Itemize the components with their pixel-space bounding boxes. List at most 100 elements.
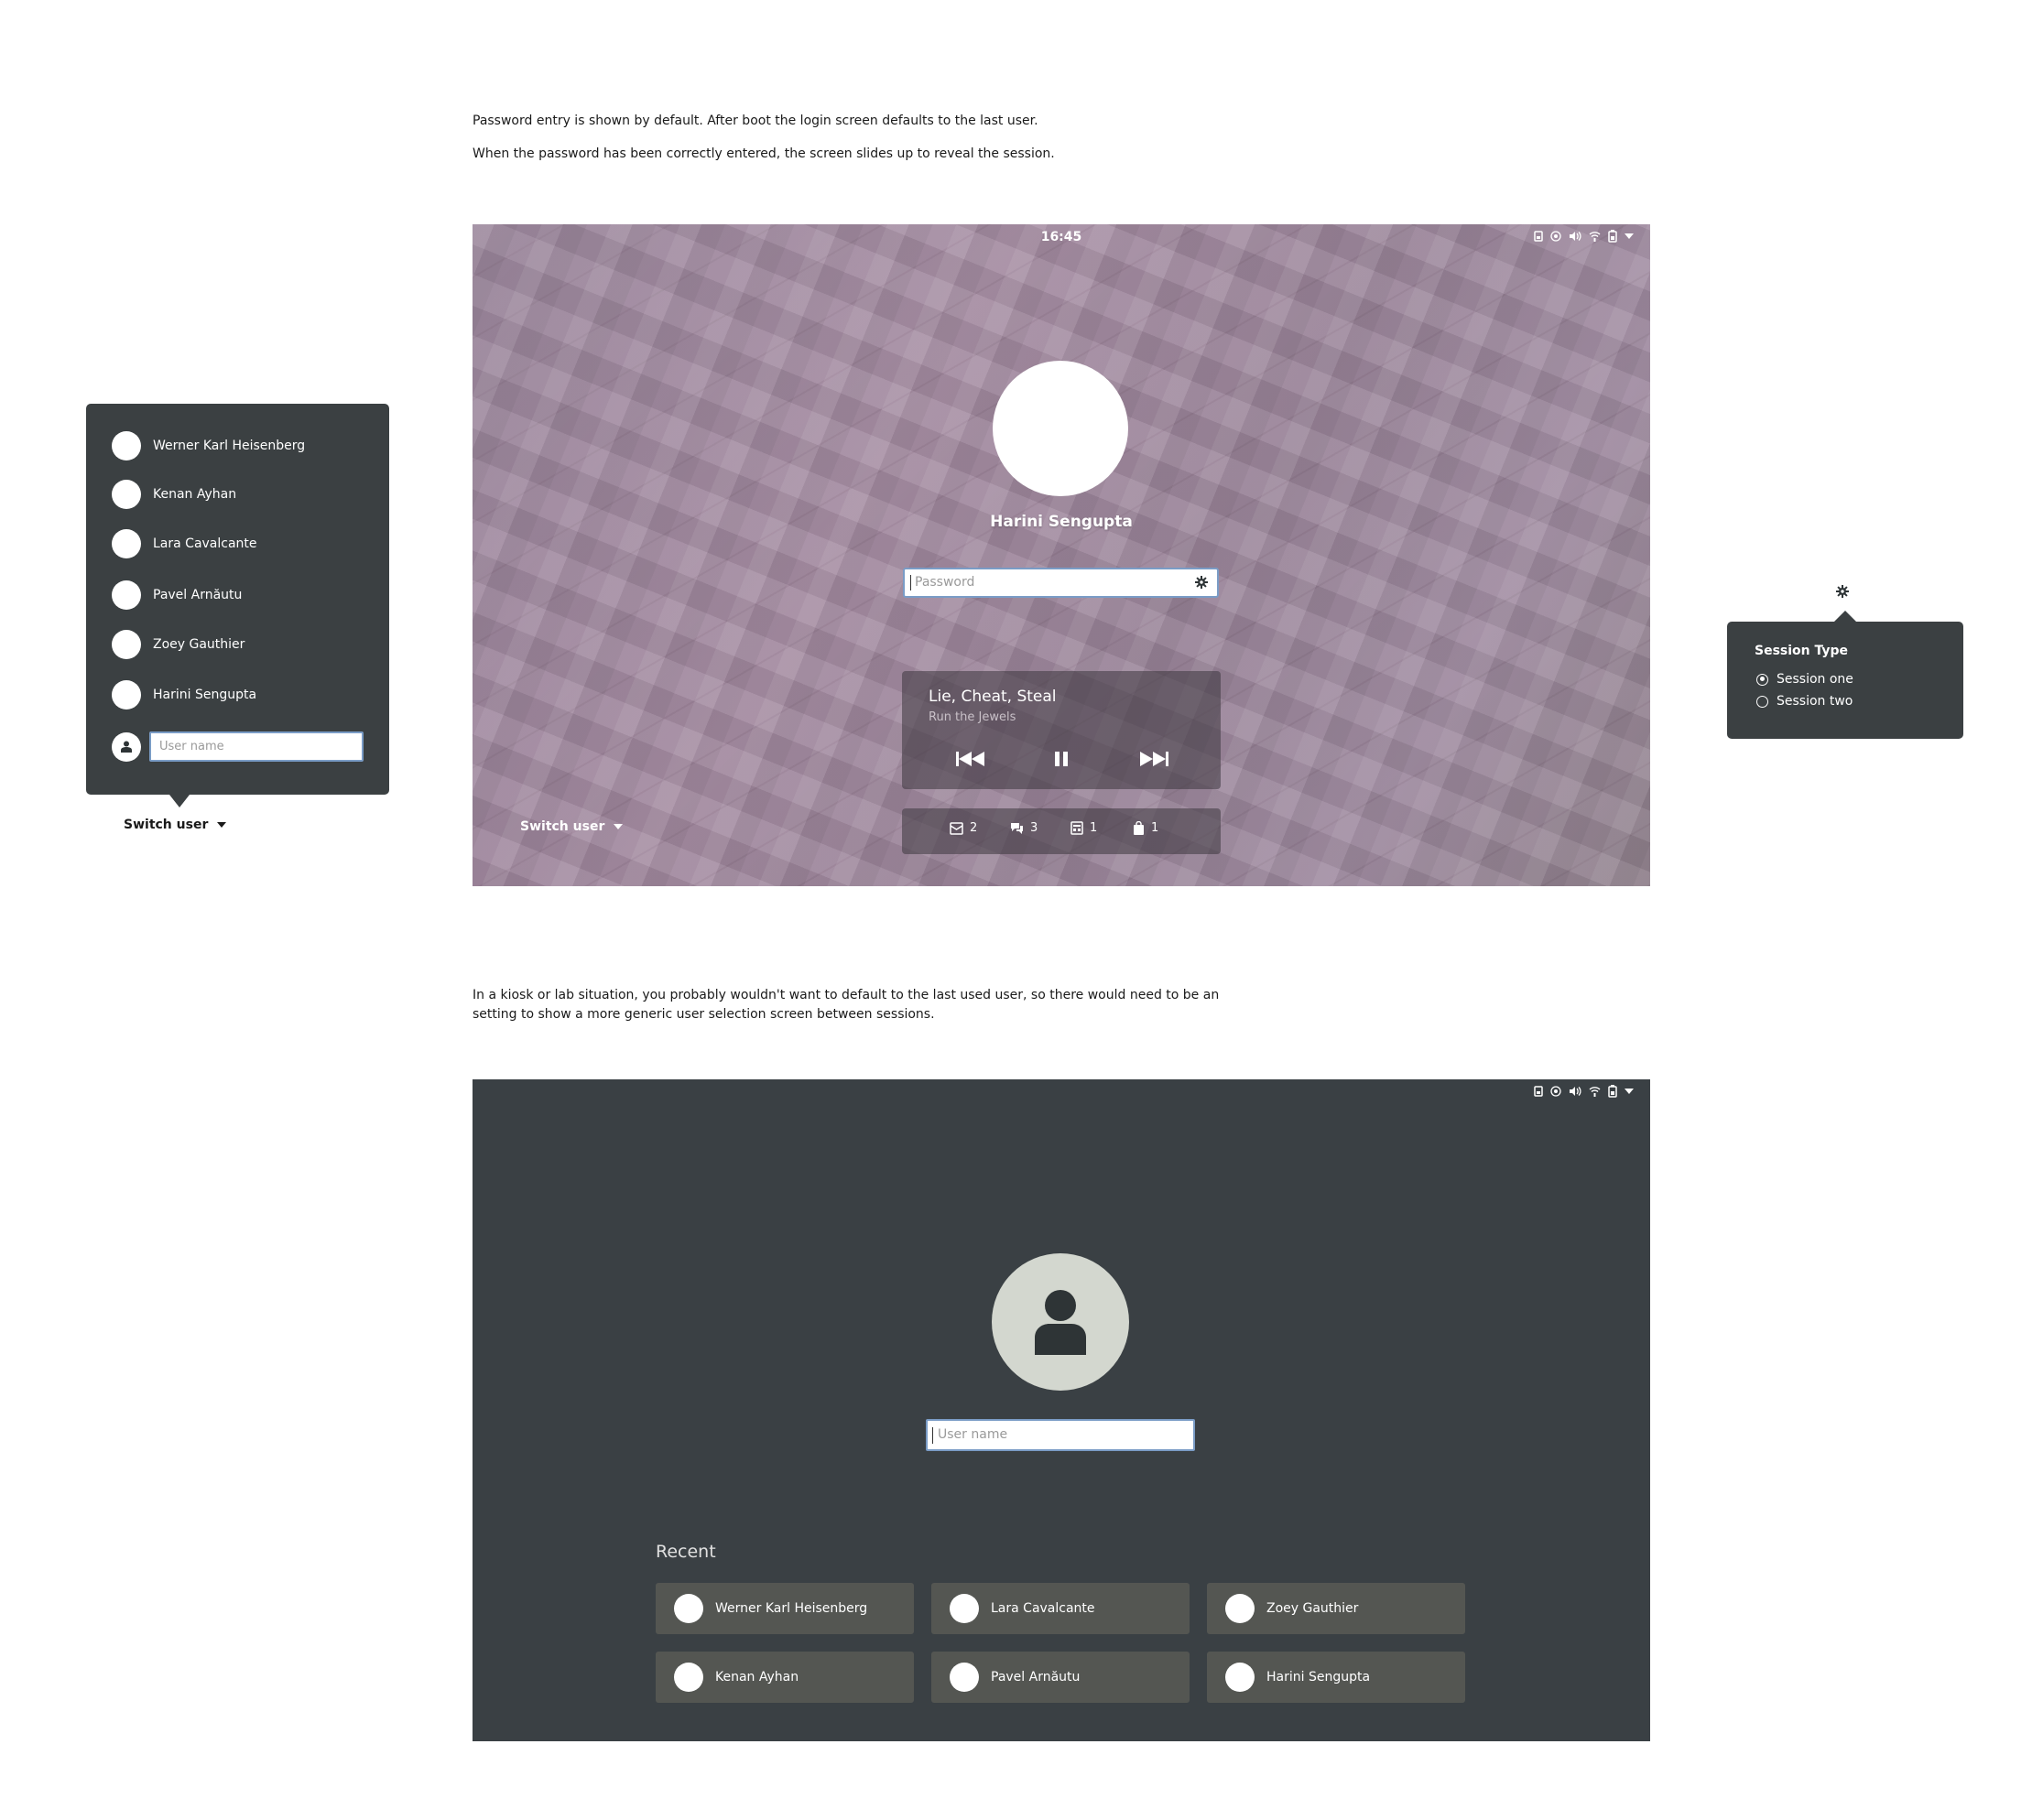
shopping-count: 1 — [1151, 821, 1159, 835]
status-area[interactable] — [1534, 1085, 1634, 1098]
recent-user-label: Zoey Gauthier — [1266, 1601, 1359, 1616]
wifi-icon — [1589, 1087, 1601, 1097]
accessibility-icon — [1550, 1086, 1561, 1097]
username-placeholder: User name — [938, 1427, 1008, 1442]
battery-icon — [1608, 230, 1617, 243]
volume-icon — [1570, 232, 1581, 241]
generic-avatar — [992, 1253, 1129, 1391]
avatar — [1225, 1594, 1255, 1623]
session-option[interactable]: Session one — [1756, 672, 1853, 687]
email-icon — [950, 822, 963, 835]
shopping-notification[interactable]: 1 — [1133, 821, 1158, 835]
note-password-default: Password entry is shown by default. Afte… — [473, 114, 1038, 128]
chat-notification[interactable]: 3 — [1010, 821, 1038, 835]
track-title: Lie, Cheat, Steal — [929, 688, 1057, 706]
avatar — [112, 529, 141, 558]
user-list-label: Werner Karl Heisenberg — [153, 439, 306, 453]
user-list-item[interactable]: Werner Karl Heisenberg — [112, 431, 305, 460]
username-input[interactable]: User name — [926, 1419, 1195, 1451]
chat-icon — [1011, 823, 1023, 834]
email-notification[interactable]: 2 — [950, 821, 977, 835]
notification-summary: 2 3 1 1 — [902, 808, 1221, 854]
gear-icon[interactable] — [1836, 585, 1849, 598]
avatar — [112, 431, 141, 460]
recent-user-card[interactable]: Pavel Arnăutu — [931, 1652, 1190, 1703]
lock-screen: 16:45 Harini Sengupta Password Lie, Chea… — [473, 224, 1650, 886]
recent-user-card[interactable]: Lara Cavalcante — [931, 1583, 1190, 1634]
recent-user-card[interactable]: Kenan Ayhan — [656, 1652, 914, 1703]
user-list-label: Pavel Arnăutu — [153, 588, 243, 602]
avatar — [674, 1663, 703, 1692]
recent-user-label: Werner Karl Heisenberg — [715, 1601, 868, 1616]
avatar — [112, 480, 141, 509]
dropdown-arrow-icon — [1625, 233, 1634, 239]
clock[interactable]: 16:45 — [473, 230, 1650, 244]
session-type-title: Session Type — [1755, 644, 1849, 658]
user-list-popover: Werner Karl Heisenberg Kenan Ayhan Lara … — [86, 404, 389, 807]
session-option[interactable]: Session two — [1756, 694, 1853, 709]
media-player: Lie, Cheat, Steal Run the Jewels — [902, 671, 1221, 789]
calendar-icon — [1070, 821, 1083, 835]
radio-selected[interactable] — [1756, 673, 1768, 686]
previous-track-icon[interactable] — [956, 751, 985, 767]
note-kiosk-2: setting to show a more generic user sele… — [473, 1007, 935, 1022]
recent-user-card[interactable]: Werner Karl Heisenberg — [656, 1583, 914, 1634]
avatar — [950, 1663, 979, 1692]
user-list-item[interactable]: Lara Cavalcante — [112, 529, 257, 558]
text-caret — [910, 575, 911, 590]
accessibility-icon — [1550, 231, 1561, 242]
user-list-label: Harini Sengupta — [153, 688, 257, 702]
other-user-row: User name — [112, 731, 364, 762]
avatar — [112, 580, 141, 610]
recent-user-label: Pavel Arnăutu — [991, 1670, 1081, 1685]
status-area[interactable] — [1534, 230, 1634, 243]
chevron-down-icon — [614, 824, 624, 829]
note-slide-up: When the password has been correctly ent… — [473, 146, 1055, 161]
wifi-icon — [1589, 232, 1601, 242]
chevron-down-icon — [217, 822, 227, 828]
pause-icon[interactable] — [1055, 751, 1068, 767]
radio-unselected[interactable] — [1756, 695, 1768, 708]
recent-heading: Recent — [656, 1542, 716, 1562]
person-icon — [1035, 1290, 1086, 1355]
user-selection-screen: User name Recent Werner Karl Heisenberg … — [473, 1079, 1650, 1741]
text-caret — [932, 1427, 933, 1444]
switch-user-button[interactable]: Switch user — [520, 819, 624, 834]
avatar — [674, 1594, 703, 1623]
user-list-label: Kenan Ayhan — [153, 487, 237, 502]
volume-icon — [1570, 1087, 1581, 1096]
battery-icon — [1608, 1085, 1617, 1098]
avatar — [950, 1594, 979, 1623]
battery-small-icon — [1534, 1086, 1543, 1097]
recent-user-card[interactable]: Zoey Gauthier — [1207, 1583, 1465, 1634]
person-icon — [121, 741, 132, 753]
recent-user-card[interactable]: Harini Sengupta — [1207, 1652, 1465, 1703]
switch-user-label: Switch user — [520, 819, 605, 834]
battery-small-icon — [1534, 231, 1543, 242]
password-placeholder: Password — [915, 575, 975, 590]
avatar — [112, 630, 141, 659]
user-list-item[interactable]: Harini Sengupta — [112, 680, 256, 710]
session-option-label: Session one — [1777, 672, 1853, 687]
username-placeholder: User name — [159, 740, 224, 753]
user-list-item[interactable]: Kenan Ayhan — [112, 480, 236, 509]
next-track-icon[interactable] — [1139, 751, 1168, 767]
user-name: Harini Sengupta — [990, 513, 1133, 531]
avatar — [112, 731, 141, 762]
username-input[interactable]: User name — [149, 731, 364, 762]
user-list-label: Lara Cavalcante — [153, 536, 257, 551]
calendar-notification[interactable]: 1 — [1070, 821, 1097, 835]
dropdown-arrow-icon — [1625, 1089, 1634, 1094]
user-list-item[interactable]: Zoey Gauthier — [112, 630, 245, 659]
session-type-popover: Session Type Session one Session two — [1727, 611, 1963, 739]
switch-user-button[interactable]: Switch user — [124, 818, 227, 832]
recent-user-label: Kenan Ayhan — [715, 1670, 799, 1685]
recent-user-label: Lara Cavalcante — [991, 1601, 1095, 1616]
password-input[interactable]: Password — [903, 568, 1219, 598]
gear-icon[interactable] — [1195, 576, 1208, 589]
avatar — [112, 680, 141, 710]
track-artist: Run the Jewels — [929, 710, 1016, 724]
user-list-item[interactable]: Pavel Arnăutu — [112, 580, 242, 610]
user-list-label: Zoey Gauthier — [153, 637, 245, 652]
note-kiosk-1: In a kiosk or lab situation, you probabl… — [473, 988, 1220, 1002]
